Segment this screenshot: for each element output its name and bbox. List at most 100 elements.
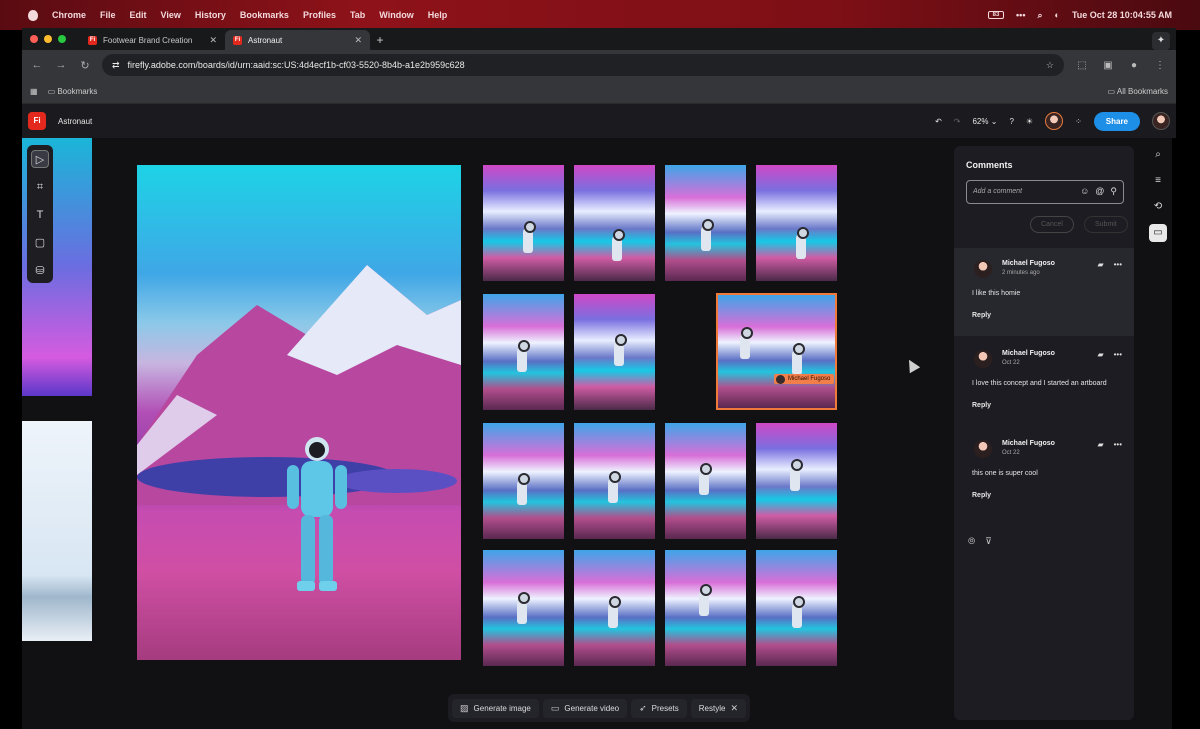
zoom-window-button[interactable] (58, 35, 66, 43)
reply-link[interactable]: Reply (972, 312, 991, 319)
submit-button[interactable]: Submit (1084, 216, 1128, 233)
variation-thumb[interactable] (483, 550, 564, 666)
variation-thumb[interactable] (483, 423, 564, 539)
reply-bubble-icon[interactable]: ▰ (1097, 440, 1103, 449)
close-icon[interactable]: ✕ (209, 35, 217, 46)
tab-search-icon[interactable]: ▣ (1100, 60, 1116, 71)
variation-thumb[interactable] (574, 423, 655, 539)
firefly-logo[interactable]: Fi (28, 112, 46, 130)
filter-icon[interactable]: ⊽ (985, 536, 992, 547)
apple-icon[interactable] (28, 9, 38, 21)
redo-icon[interactable]: ↷ (954, 117, 961, 126)
menu-edit[interactable]: Edit (130, 10, 147, 20)
profile-icon[interactable]: ● (1126, 60, 1142, 71)
select-tool-icon[interactable]: ▷ (31, 150, 49, 168)
variation-thumb[interactable] (574, 550, 655, 666)
forward-icon[interactable]: → (54, 59, 68, 71)
adjust-icon[interactable]: ≡ (1149, 172, 1167, 190)
tab-astronaut[interactable]: Fi Astronaut ✕ (225, 30, 370, 50)
variation-thumb[interactable] (756, 165, 837, 281)
presets-button[interactable]: ➶ Presets (631, 698, 687, 718)
hero-astronaut-image[interactable] (137, 165, 461, 660)
user-avatar[interactable] (1152, 112, 1170, 130)
more-icon[interactable]: ••• (1016, 10, 1025, 20)
menu-history[interactable]: History (195, 10, 226, 20)
more-icon[interactable]: ••• (1114, 350, 1122, 359)
extensions-icon[interactable]: ⬚ (1074, 60, 1090, 71)
reload-icon[interactable]: ↻ (78, 59, 92, 72)
spotlight-icon[interactable]: ⌕ (1037, 10, 1042, 21)
search-icon[interactable]: ⌕ (1149, 146, 1167, 164)
reply-link[interactable]: Reply (972, 402, 991, 409)
gemini-icon[interactable]: ✦ (1152, 32, 1170, 50)
variation-thumb[interactable] (756, 423, 837, 539)
reply-bubble-icon[interactable]: ▰ (1097, 260, 1103, 269)
artboard-partial-light[interactable] (22, 421, 92, 641)
all-bookmarks[interactable]: ▭ All Bookmarks (1108, 87, 1168, 96)
variation-thumb[interactable] (483, 294, 564, 410)
resolved-comments-icon[interactable]: ⦾ (968, 536, 975, 547)
cancel-button[interactable]: Cancel (1030, 216, 1074, 233)
bookmarks-folder[interactable]: ▭ Bookmarks (48, 87, 98, 96)
back-icon[interactable]: ← (30, 59, 44, 71)
reply-bubble-icon[interactable]: ▰ (1097, 350, 1103, 359)
shape-tool-icon[interactable]: ▢ (31, 234, 49, 252)
selected-variation-thumb[interactable] (716, 293, 837, 410)
apps-icon[interactable]: ⁘ (1075, 117, 1082, 126)
frame-tool-icon[interactable]: ⌗ (31, 178, 49, 196)
clock[interactable]: Tue Oct 28 10:04:55 AM (1072, 10, 1172, 20)
comment-item[interactable]: Michael Fugoso 2 minutes ago ▰ ••• I like… (954, 248, 1134, 336)
share-button[interactable]: Share (1093, 111, 1140, 131)
board-canvas[interactable]: ▷ ⌗ T ▢ ⛁ Michael Fugoso ▨ Generate imag… (22, 138, 1172, 729)
menu-help[interactable]: Help (428, 10, 448, 20)
comment-item[interactable]: Michael Fugoso Oct 22 ▰ ••• I love this c… (954, 338, 1134, 426)
menu-file[interactable]: File (100, 10, 116, 20)
new-tab-button[interactable]: + (370, 30, 390, 50)
star-icon[interactable]: ☆ (1046, 60, 1054, 71)
comment-input[interactable]: Add a comment ☺ @ ⚲ (966, 180, 1124, 204)
menu-app[interactable]: Chrome (52, 10, 86, 20)
close-icon[interactable]: ✕ (730, 703, 738, 714)
chrome-menu-icon[interactable]: ⋮ (1152, 60, 1168, 71)
comment-item[interactable]: Michael Fugoso Oct 22 ▰ ••• this one is s… (954, 428, 1134, 516)
restyle-button[interactable]: Restyle ✕ (690, 698, 747, 718)
undo-icon[interactable]: ↶ (935, 117, 942, 126)
generate-video-button[interactable]: ▭ Generate video (542, 698, 628, 718)
more-icon[interactable]: ••• (1114, 260, 1122, 269)
emoji-icon[interactable]: ☺ (1080, 186, 1089, 196)
battery-icon[interactable]: 83 (988, 11, 1005, 19)
help-icon[interactable]: ? (1009, 117, 1013, 126)
tab-footwear[interactable]: Fi Footwear Brand Creation ✕ (80, 30, 225, 50)
url-text[interactable]: firefly.adobe.com/boards/id/urn:aaid:sc:… (128, 60, 465, 70)
omnibox[interactable]: ⇄ firefly.adobe.com/boards/id/urn:aaid:s… (102, 54, 1064, 76)
close-icon[interactable]: ✕ (354, 35, 362, 46)
variation-thumb[interactable] (665, 423, 746, 539)
variation-thumb[interactable] (574, 165, 655, 281)
variation-thumb[interactable] (665, 165, 746, 281)
generate-tool-icon[interactable]: ⛁ (31, 262, 49, 280)
variation-thumb[interactable] (665, 550, 746, 666)
generate-image-button[interactable]: ▨ Generate image (452, 698, 539, 718)
menu-bookmarks[interactable]: Bookmarks (240, 10, 289, 20)
history-icon[interactable]: ⟲ (1149, 198, 1167, 216)
project-title[interactable]: Astronaut (58, 117, 92, 126)
variation-thumb[interactable] (574, 294, 655, 410)
variation-thumb[interactable] (483, 165, 564, 281)
menu-window[interactable]: Window (379, 10, 413, 20)
reply-link[interactable]: Reply (972, 492, 991, 499)
lightbulb-icon[interactable]: ☀ (1026, 117, 1033, 126)
site-info-icon[interactable]: ⇄ (112, 60, 120, 71)
variation-thumb[interactable] (756, 550, 837, 666)
menu-profiles[interactable]: Profiles (303, 10, 336, 20)
close-window-button[interactable] (30, 35, 38, 43)
more-icon[interactable]: ••• (1114, 440, 1122, 449)
mention-icon[interactable]: @ (1095, 186, 1104, 196)
text-tool-icon[interactable]: T (31, 206, 49, 224)
menu-tab[interactable]: Tab (350, 10, 365, 20)
minimize-window-button[interactable] (44, 35, 52, 43)
zoom-dropdown[interactable]: 62% ⌄ (972, 117, 997, 126)
comment-icon[interactable]: ▭ (1149, 224, 1167, 242)
avatar[interactable] (1045, 112, 1064, 130)
control-center-icon[interactable]: ◐ (1055, 10, 1060, 20)
pin-icon[interactable]: ⚲ (1110, 186, 1117, 196)
